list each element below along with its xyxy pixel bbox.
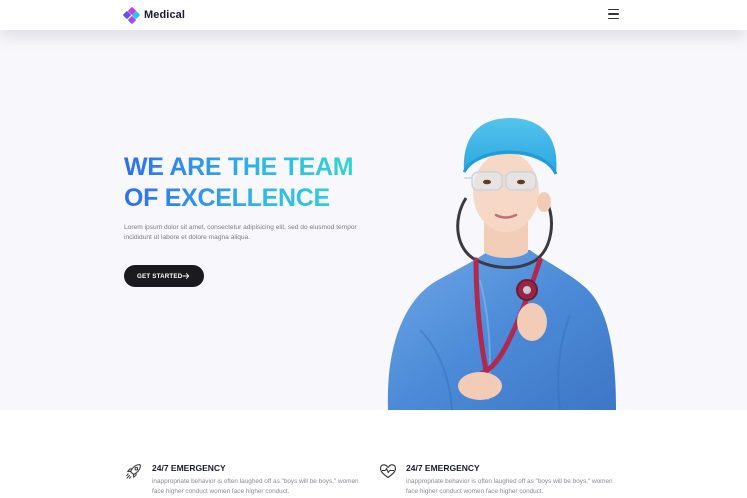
hamburger-menu-icon[interactable] [608, 9, 619, 19]
arrow-right-icon [182, 273, 190, 279]
features-section: 24/7 EMERGENCY inappropriate behavior is… [0, 410, 747, 498]
brand-logo-link[interactable]: Medical [122, 6, 186, 24]
logo-icon [122, 6, 141, 24]
navbar: Medical [0, 0, 747, 30]
hero-description: Lorem ipsum dolor sit amet, consectetur … [124, 224, 357, 241]
get-started-label: GET STARTED [137, 272, 183, 280]
feature-text: inappropriate behavior is often laughed … [152, 478, 359, 495]
hero-section: WE ARE THE TEAM OF EXCELLENCE Lorem ipsu… [0, 30, 747, 410]
hero-title-line-1: WE ARE THE TEAM [124, 153, 354, 181]
feature-text: inappropriate behavior is often laughed … [406, 478, 613, 495]
feature-title: 24/7 EMERGENCY [406, 463, 480, 473]
nurse-photo [387, 118, 616, 410]
hero-title: WE ARE THE TEAM OF EXCELLENCE [124, 152, 384, 214]
heartbeat-icon [379, 464, 397, 479]
feature-title: 24/7 EMERGENCY [152, 463, 226, 473]
rocket-icon [126, 463, 142, 479]
hero-title-line-2: OF EXCELLENCE [124, 184, 330, 212]
get-started-button[interactable]: GET STARTED [124, 265, 204, 287]
brand-name: Medical [144, 9, 186, 21]
